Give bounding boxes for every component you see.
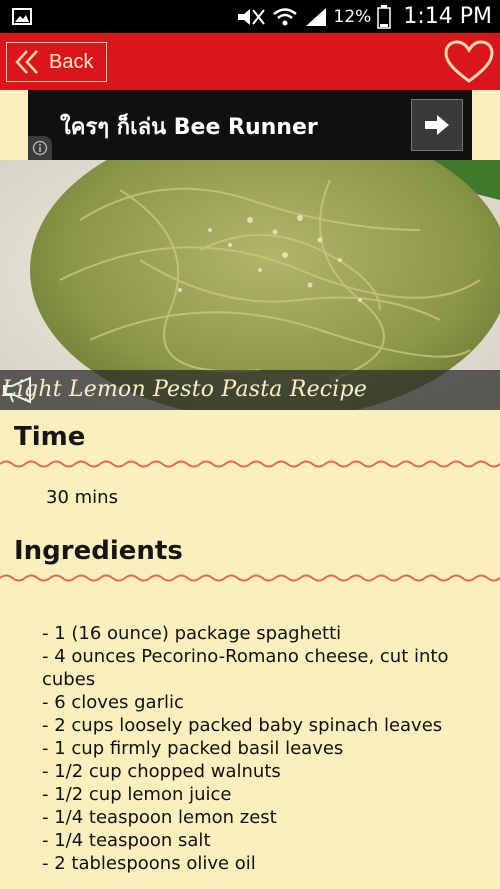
list-item: - 4 ounces Pecorino-Romano cheese, cut i… xyxy=(42,646,449,690)
ad-info-button[interactable] xyxy=(28,136,52,160)
section-divider xyxy=(0,574,500,582)
back-button[interactable]: Back xyxy=(6,42,107,82)
list-item: - 1/4 teaspoon lemon zest xyxy=(42,807,277,828)
signal-icon xyxy=(305,7,326,26)
section-divider xyxy=(0,460,500,468)
list-item: - 2 tablespoons olive oil xyxy=(42,853,256,874)
app-header: Back xyxy=(0,33,500,90)
ingredients-heading: Ingredients xyxy=(14,536,183,566)
back-label: Back xyxy=(49,50,94,73)
wifi-icon xyxy=(272,7,297,25)
gallery-notification-icon xyxy=(12,8,32,25)
info-icon xyxy=(32,140,48,156)
ad-arrow-button[interactable] xyxy=(411,99,463,151)
list-item: - 1 (16 ounce) package spaghetti xyxy=(42,623,342,644)
list-item: - 6 cloves garlic xyxy=(42,692,184,713)
list-item: - 2 cups loosely packed baby spinach lea… xyxy=(42,715,443,736)
megaphone-icon[interactable] xyxy=(0,376,38,404)
recipe-title: Light Lemon Pesto Pasta Recipe xyxy=(2,377,368,402)
ingredients-list: - 1 (16 ounce) package spaghetti - 4 oun… xyxy=(42,622,482,875)
ad-banner[interactable]: ใครๆ ก็เล่น Bee Runner xyxy=(28,90,472,160)
clock: 1:14 PM xyxy=(403,4,492,29)
ad-text: ใครๆ ก็เล่น Bee Runner xyxy=(60,115,318,140)
list-item: - 1/4 teaspoon salt xyxy=(42,830,211,851)
time-value: 30 mins xyxy=(46,487,118,508)
battery-icon xyxy=(377,4,392,29)
list-item: - 1/2 cup chopped walnuts xyxy=(42,761,281,782)
battery-percent: 12% xyxy=(333,6,372,27)
arrow-right-icon xyxy=(425,115,449,135)
double-chevron-left-icon xyxy=(15,50,38,74)
list-item: - 1/2 cup lemon juice xyxy=(42,784,232,805)
list-item: - 1 cup firmly packed basil leaves xyxy=(42,738,344,759)
recipe-hero-image: Light Lemon Pesto Pasta Recipe xyxy=(0,160,500,410)
status-bar: 12% 1:14 PM xyxy=(0,0,500,33)
time-heading: Time xyxy=(14,422,86,452)
mute-icon xyxy=(237,8,265,25)
recipe-title-bar: Light Lemon Pesto Pasta Recipe xyxy=(0,370,500,410)
heart-icon[interactable] xyxy=(444,40,494,84)
